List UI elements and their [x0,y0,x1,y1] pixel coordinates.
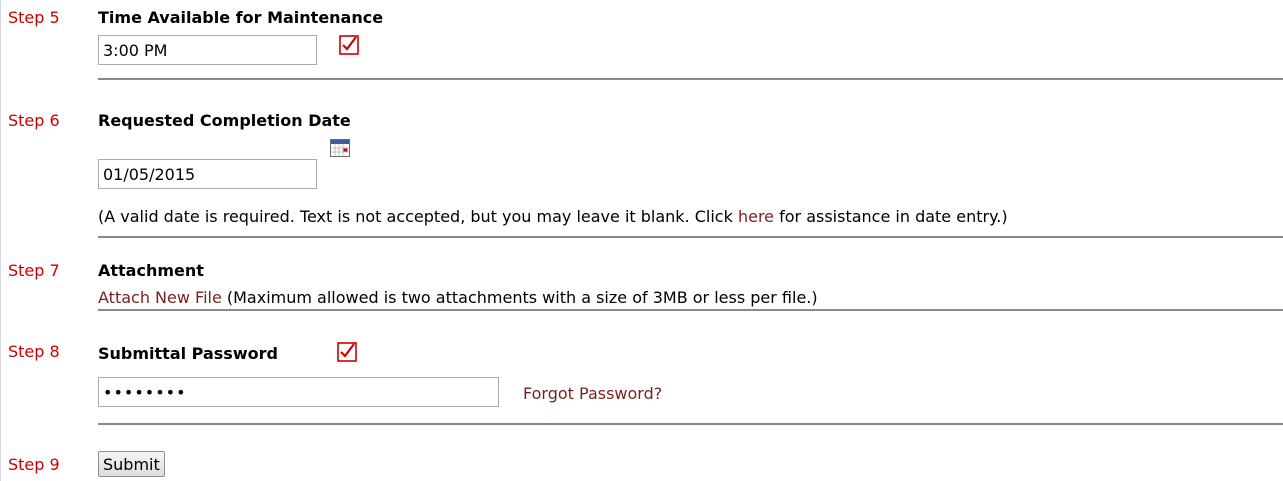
forgot-password-link[interactable]: Forgot Password? [523,384,662,403]
submit-button[interactable]: Submit [98,451,165,477]
section-divider [98,423,1283,425]
completion-date-heading: Requested Completion Date [98,111,351,130]
attachment-row: Attach New File (Maximum allowed is two … [98,288,818,307]
time-available-input[interactable] [98,35,317,65]
submittal-password-heading: Submittal Password [98,344,278,363]
attachment-note: (Maximum allowed is two attachments with… [221,288,818,307]
date-note-text-end: for assistance in date entry.) [774,207,1008,226]
section-divider [98,236,1283,238]
step-6-label: Step 6 [8,111,60,130]
section-divider [98,309,1283,311]
step-5-label: Step 5 [8,8,60,27]
date-help-link[interactable]: here [738,207,774,226]
maintenance-request-form: Step 5 Time Available for Maintenance St… [0,0,1283,481]
password-input[interactable] [98,377,499,407]
completion-date-input[interactable] [98,159,317,189]
step-8-label: Step 8 [8,342,60,361]
required-checkbox-icon [337,342,357,362]
attachment-heading: Attachment [98,261,204,280]
date-note-text-start: (A valid date is required. Text is not a… [98,207,738,226]
step-7-label: Step 7 [8,261,60,280]
section-divider [98,78,1283,80]
left-border [0,0,1,481]
calendar-icon[interactable] [330,139,350,157]
date-entry-note: (A valid date is required. Text is not a… [98,207,1008,226]
step-9-label: Step 9 [8,455,60,474]
time-available-heading: Time Available for Maintenance [98,8,384,27]
attach-new-file-link[interactable]: Attach New File [98,288,222,307]
required-checkbox-icon [339,35,359,55]
